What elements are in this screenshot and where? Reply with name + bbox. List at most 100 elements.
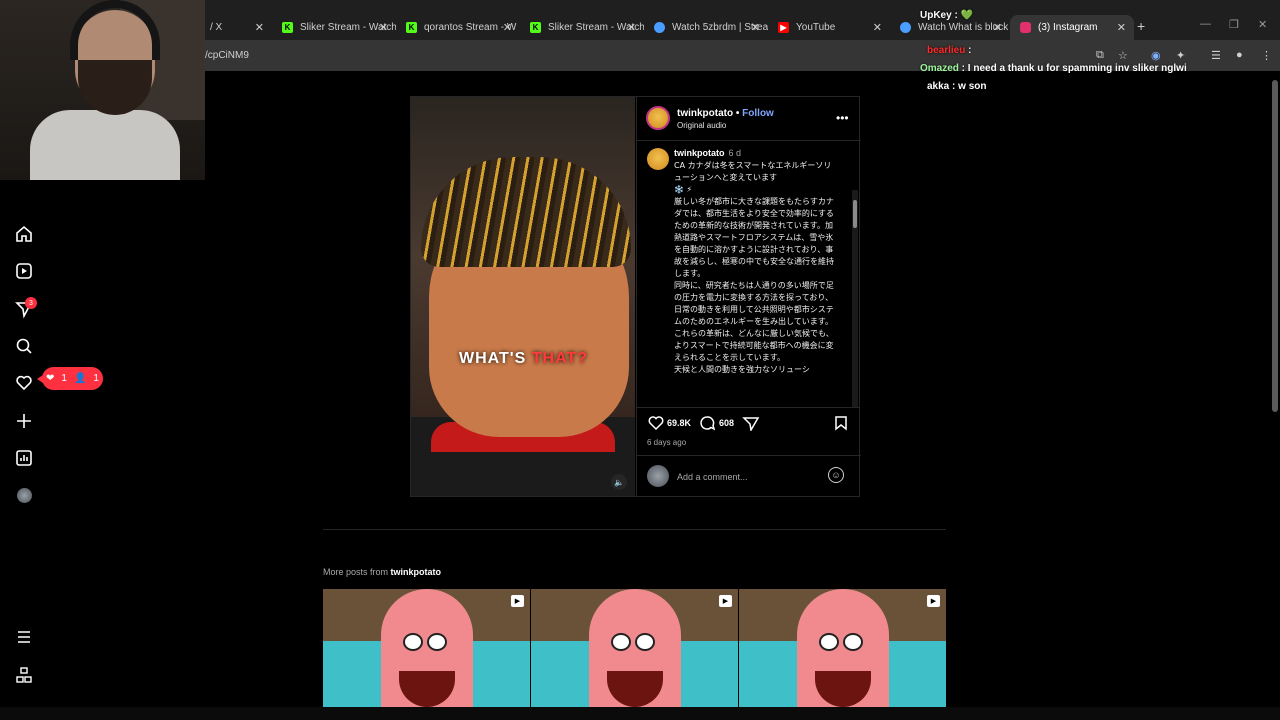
streamer-webcam-overlay	[0, 0, 205, 180]
instagram-post: WHAT'S THAT? 🔈 twinkpotato • Follow Orig…	[410, 96, 861, 497]
globe-icon	[900, 22, 911, 33]
tab-youtube[interactable]: ▶ YouTube ✕	[768, 15, 890, 40]
comment-scroll-thumb[interactable]	[853, 200, 857, 228]
kick-icon: K	[530, 22, 541, 33]
reel-play-icon: ▶	[927, 595, 940, 607]
thumbnail-image-eye	[611, 633, 631, 651]
more-posts-heading: More posts from twinkpotato	[323, 567, 442, 577]
close-icon[interactable]: ✕	[873, 21, 882, 34]
reels-icon[interactable]	[14, 261, 34, 281]
add-comment-input[interactable]: Add a comment...	[677, 472, 748, 482]
thumbnail-image-eye	[843, 633, 863, 651]
chat-text: : I need a thank u for spamming inv slik…	[958, 63, 1187, 74]
globe-icon	[654, 22, 665, 33]
post-header: twinkpotato • Follow Original audio •••	[637, 97, 861, 141]
close-icon[interactable]: ✕	[379, 21, 388, 34]
more-post-thumbnail[interactable]: ▶	[323, 589, 530, 707]
tab-label: / X	[210, 22, 223, 33]
home-icon[interactable]	[14, 224, 34, 244]
comment-count[interactable]: 608	[719, 415, 734, 431]
more-options-icon[interactable]: •••	[836, 111, 849, 125]
close-icon[interactable]: ✕	[751, 21, 760, 34]
post-actions: 69.8K 608	[637, 415, 861, 437]
kick-icon: K	[406, 22, 417, 33]
tab-label: YouTube	[796, 22, 836, 33]
follow-button[interactable]: Follow	[742, 108, 774, 119]
profile-avatar-icon[interactable]	[14, 485, 34, 505]
thumbnail-image-eye	[403, 633, 423, 651]
more-post-thumbnail[interactable]: ▶	[531, 589, 738, 707]
bottom-bar	[0, 707, 1280, 720]
tab-x[interactable]: / X ✕	[200, 15, 272, 40]
comment-username[interactable]: twinkpotato 6 d	[674, 148, 741, 158]
messages-badge: 3	[25, 297, 37, 309]
post-side-panel: twinkpotato • Follow Original audio ••• …	[636, 97, 861, 496]
chat-user: akka	[927, 81, 950, 92]
save-bookmark-icon[interactable]	[833, 415, 849, 431]
menu-hamburger-icon[interactable]	[14, 627, 34, 647]
reel-play-icon: ▶	[511, 595, 524, 607]
more-post-thumbnail[interactable]: ▶	[739, 589, 946, 707]
webcam-image-shirt	[30, 110, 180, 180]
close-window-icon[interactable]: ✕	[1258, 18, 1267, 31]
stream-chat-overlay: UpKey : 💚 bearlieu : Omazed : I need a t…	[915, 0, 1235, 100]
thumbnail-image-eye	[427, 633, 447, 651]
search-icon[interactable]	[14, 336, 34, 356]
chat-user: bearlieu	[927, 45, 966, 56]
comment-body: CA カナダは冬をスマートなエネルギーソリューションへと変えています ❄️ ⚡ …	[674, 161, 834, 374]
chat-text: : w son	[949, 81, 987, 92]
chat-message: akka : w son	[927, 81, 986, 92]
chat-text: :	[965, 45, 972, 56]
thumbnail-image-eye	[819, 633, 839, 651]
threads-apps-icon[interactable]	[14, 665, 34, 685]
original-audio-link[interactable]: Original audio	[677, 121, 726, 130]
browser-window: / X ✕ K Sliker Stream - Watch ✕ K qorant…	[0, 0, 1280, 720]
author-username[interactable]: twinkpotato • Follow	[677, 108, 774, 119]
chat-text: : 💚	[951, 10, 974, 21]
url-field[interactable]: /cpCiNM9	[205, 50, 249, 61]
heart-icon: ❤	[46, 373, 55, 384]
reel-video[interactable]: WHAT'S THAT? 🔈	[411, 97, 635, 496]
like-heart-icon[interactable]	[647, 415, 665, 431]
chat-message: bearlieu :	[927, 45, 971, 56]
close-icon[interactable]: ✕	[503, 21, 512, 34]
video-image-hair	[421, 157, 631, 267]
youtube-icon: ▶	[778, 22, 789, 33]
comment-bubble-icon[interactable]	[698, 415, 716, 431]
close-icon[interactable]: ✕	[627, 21, 636, 34]
follows-count: 1	[93, 373, 99, 384]
chat-message: Omazed : I need a thank u for spamming i…	[920, 63, 1187, 74]
likes-count: 1	[61, 373, 67, 384]
post-date: 6 days ago	[647, 438, 687, 447]
reel-play-icon: ▶	[719, 595, 732, 607]
page-scrollbar[interactable]	[1272, 80, 1278, 412]
my-avatar	[647, 465, 669, 487]
add-comment-bar: Add a comment... ☺	[637, 455, 861, 496]
author-avatar[interactable]	[646, 106, 670, 130]
tab-sliker-1[interactable]: K Sliker Stream - Watch ✕	[272, 15, 396, 40]
person-icon: 👤	[73, 373, 87, 384]
browser-menu-icon[interactable]: ⋮	[1261, 49, 1272, 62]
kick-icon: K	[282, 22, 293, 33]
thumbnail-image-eye	[635, 633, 655, 651]
chat-message: UpKey : 💚	[920, 10, 973, 21]
create-plus-icon[interactable]	[14, 411, 34, 431]
activity-notification-pill[interactable]: ❤ 1 👤 1	[37, 367, 103, 390]
emoji-icon[interactable]: ☺	[828, 467, 844, 483]
close-icon[interactable]: ✕	[255, 21, 264, 34]
share-icon[interactable]	[742, 415, 760, 431]
video-caption: WHAT'S THAT?	[459, 350, 588, 367]
volume-icon[interactable]: 🔈	[611, 474, 627, 490]
tab-qorantos[interactable]: K qorantos Stream - W ✕	[396, 15, 520, 40]
dashboard-icon[interactable]	[14, 448, 34, 468]
notifications-heart-icon[interactable]	[14, 373, 34, 393]
like-count[interactable]: 69.8K	[667, 415, 691, 431]
tab-sliker-2[interactable]: K Sliker Stream - Watch ✕	[520, 15, 644, 40]
comment-time: 6 d	[728, 148, 742, 158]
chat-user: Omazed	[920, 63, 959, 74]
comment-avatar[interactable]	[647, 148, 669, 170]
more-posts-username[interactable]: twinkpotato	[391, 567, 442, 577]
tab-5zbrdm[interactable]: Watch 5zbrdm | Strea ✕	[644, 15, 768, 40]
caption-comment: twinkpotato 6 d CA カナダは冬をスマートなエネルギーソリューショ…	[637, 142, 859, 408]
profile-avatar-icon[interactable]: ●	[1236, 49, 1243, 61]
